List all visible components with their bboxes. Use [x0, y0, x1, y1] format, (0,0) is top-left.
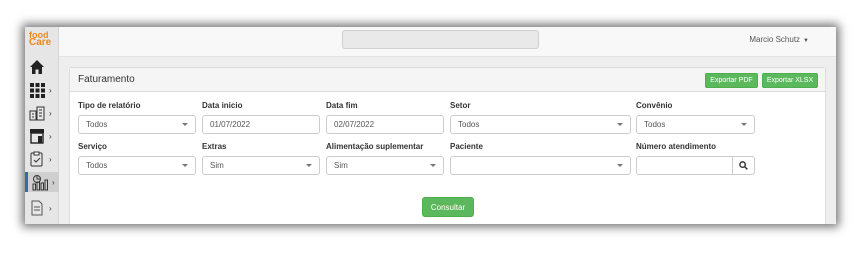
home-icon	[28, 58, 46, 76]
sidebar-item-building[interactable]: ›	[28, 103, 58, 123]
alimentacao-select[interactable]: Sim	[326, 156, 444, 175]
export-pdf-button[interactable]: Exportar PDF	[705, 73, 758, 88]
tipo-relatorio-label: Tipo de relatório	[78, 101, 141, 110]
sidebar: food Care › › › › › ›	[25, 27, 59, 224]
report-chart-icon	[31, 173, 49, 191]
tipo-relatorio-select[interactable]: Todos	[78, 115, 196, 134]
paciente-label: Paciente	[450, 142, 483, 151]
data-inicio-input[interactable]: 01/07/2022	[202, 115, 320, 134]
user-menu[interactable]: Marcio Schutz ▼	[749, 35, 809, 44]
setor-select[interactable]: Todos	[450, 115, 631, 134]
panel-title: Faturamento	[78, 74, 135, 85]
extras-select[interactable]: Sim	[202, 156, 320, 175]
data-fim-input[interactable]: 02/07/2022	[326, 115, 444, 134]
select-arrow-icon	[182, 123, 188, 126]
top-search-box[interactable]	[342, 30, 539, 49]
alimentacao-label: Alimentação suplementar	[326, 142, 424, 151]
store-icon	[28, 127, 46, 145]
extras-value: Sim	[210, 161, 224, 170]
numero-atendimento-input[interactable]	[636, 156, 733, 175]
convenio-value: Todos	[644, 120, 666, 129]
select-arrow-icon	[182, 164, 188, 167]
select-arrow-icon	[306, 164, 312, 167]
top-bar: Marcio Schutz ▼	[59, 27, 836, 57]
convenio-select[interactable]: Todos	[636, 115, 755, 134]
chevron-right-icon: ›	[49, 85, 52, 95]
servico-value: Todos	[86, 161, 108, 170]
servico-label: Serviço	[78, 142, 107, 151]
convenio-label: Convênio	[636, 101, 673, 110]
sidebar-item-reports[interactable]: ›	[25, 172, 59, 192]
search-icon	[739, 161, 748, 170]
select-arrow-icon	[617, 164, 623, 167]
select-arrow-icon	[617, 123, 623, 126]
chevron-right-icon: ›	[49, 108, 52, 118]
food-care-logo[interactable]: food Care	[29, 31, 57, 48]
user-name: Marcio Schutz	[749, 35, 801, 44]
setor-label: Setor	[450, 101, 471, 110]
paciente-select[interactable]	[450, 156, 631, 175]
export-xlsx-button[interactable]: Exportar XLSX	[762, 73, 818, 88]
chevron-right-icon: ›	[49, 131, 52, 141]
numero-atendimento-label: Número atendimento	[636, 142, 717, 151]
sidebar-item-store[interactable]: ›	[28, 126, 58, 146]
search-button[interactable]	[733, 156, 755, 175]
document-icon	[28, 199, 46, 217]
clipboard-icon	[28, 150, 46, 168]
logo-text-care: Care	[29, 37, 52, 48]
chevron-right-icon: ›	[52, 177, 55, 187]
consultar-button[interactable]: Consultar	[422, 197, 474, 217]
chevron-right-icon: ›	[49, 203, 52, 213]
servico-select[interactable]: Todos	[78, 156, 196, 175]
chevron-right-icon: ›	[49, 154, 52, 164]
sidebar-item-clipboard[interactable]: ›	[28, 149, 58, 169]
alimentacao-value: Sim	[334, 161, 348, 170]
data-inicio-label: Data inicio	[202, 101, 243, 110]
select-arrow-icon	[741, 123, 747, 126]
data-fim-label: Data fim	[326, 101, 358, 110]
sidebar-item-document[interactable]: ›	[28, 198, 58, 218]
building-icon	[28, 104, 46, 122]
caret-down-icon: ▼	[803, 38, 809, 44]
grid-icon	[28, 81, 46, 99]
setor-value: Todos	[458, 120, 480, 129]
sidebar-item-home[interactable]	[28, 57, 58, 77]
panel-header: Faturamento Exportar PDF Exportar XLSX	[70, 68, 825, 92]
sidebar-item-grid[interactable]: ›	[28, 80, 58, 100]
data-inicio-value: 01/07/2022	[210, 120, 251, 129]
faturamento-panel: Faturamento Exportar PDF Exportar XLSX T…	[69, 67, 826, 224]
select-arrow-icon	[430, 164, 436, 167]
extras-label: Extras	[202, 142, 227, 151]
tipo-relatorio-value: Todos	[86, 120, 108, 129]
data-fim-value: 02/07/2022	[334, 120, 375, 129]
app-window: food Care › › › › › › Marcio Schutz ▼ Fa…	[25, 27, 836, 224]
